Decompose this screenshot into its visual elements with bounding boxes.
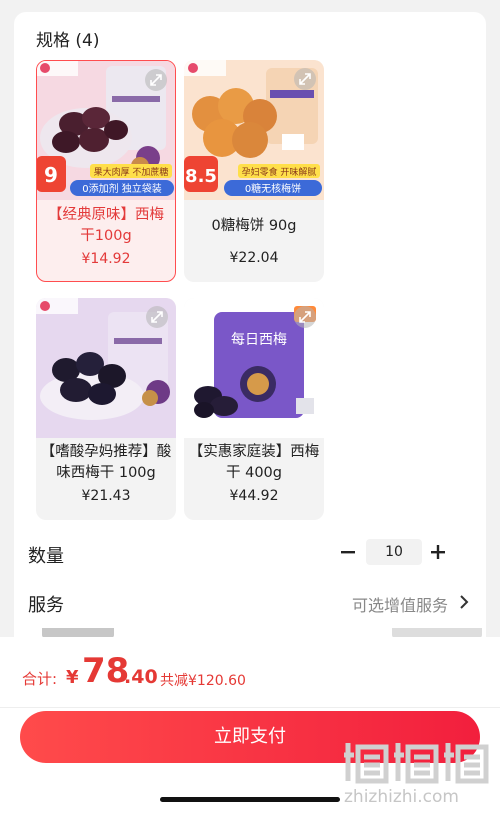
promo-line-1: 果大肉厚 不加蔗糖 [94,166,169,178]
home-indicator [160,797,340,802]
product-card[interactable]: 8.5 孕妇零食 开味解腻 0糖无核梅饼 0糖梅饼 90g ¥22.04 [184,60,324,282]
promo-line-1: 孕妇零食 开味解腻 [242,166,317,178]
product-card[interactable]: 9 果大肉厚 不加蔗糖 0添加剂 独立袋装 【经典原味】西梅干100g ¥14.… [36,60,176,282]
total-amount-decimal: .40 [124,666,158,688]
product-name: 【经典原味】西梅干100g [48,207,164,244]
product-name: 【嗜酸孕妈推荐】酸味西梅干 100g [40,444,172,481]
minus-icon[interactable] [336,540,360,564]
watermark-logo [342,737,490,785]
total-currency: ¥ [66,667,79,688]
product-price: ¥21.43 [81,488,131,504]
pack-text: 每日西梅 [231,332,287,348]
watermark-text: zhizhizhi.com [344,787,459,807]
divider [0,707,500,708]
product-card[interactable]: 【嗜酸孕妈推荐】酸味西梅干 100g ¥21.43 [36,298,176,520]
expand-icon[interactable] [294,306,316,328]
quantity-stepper[interactable]: 10 [336,537,456,567]
promo-line-2: 0添加剂 独立袋装 [82,182,162,195]
chevron-right-icon[interactable] [458,594,470,614]
promo-badge-number: 9 [44,163,58,187]
product-price: ¥14.92 [81,251,131,267]
spec-title: 规格 (4) [36,31,100,51]
expand-icon[interactable] [145,69,167,91]
product-price: ¥22.04 [229,250,279,266]
quantity-label: 数量 [28,546,64,567]
total-label: 合计: [22,670,58,688]
product-name: 0糖梅饼 90g [211,218,297,234]
expand-icon[interactable] [146,306,168,328]
promo-badge-number: 8.5 [185,166,217,187]
quantity-value[interactable]: 10 [366,539,422,565]
product-card[interactable]: 每日西梅 【实惠家庭装】西梅干 400g ¥44.92 [184,298,324,520]
product-name: 【实惠家庭装】西梅干 400g [188,444,320,481]
plus-icon[interactable] [426,540,450,564]
total-amount-integer: 78 [82,651,130,691]
cutoff-row [42,628,482,637]
promo-line-2: 0糖无核梅饼 [245,182,301,195]
service-label: 服务 [28,595,64,616]
product-price: ¥44.92 [229,488,279,504]
discount-text: 共减¥120.60 [160,673,246,689]
service-value[interactable]: 可选增值服务 [352,592,448,616]
expand-icon[interactable] [294,68,316,90]
